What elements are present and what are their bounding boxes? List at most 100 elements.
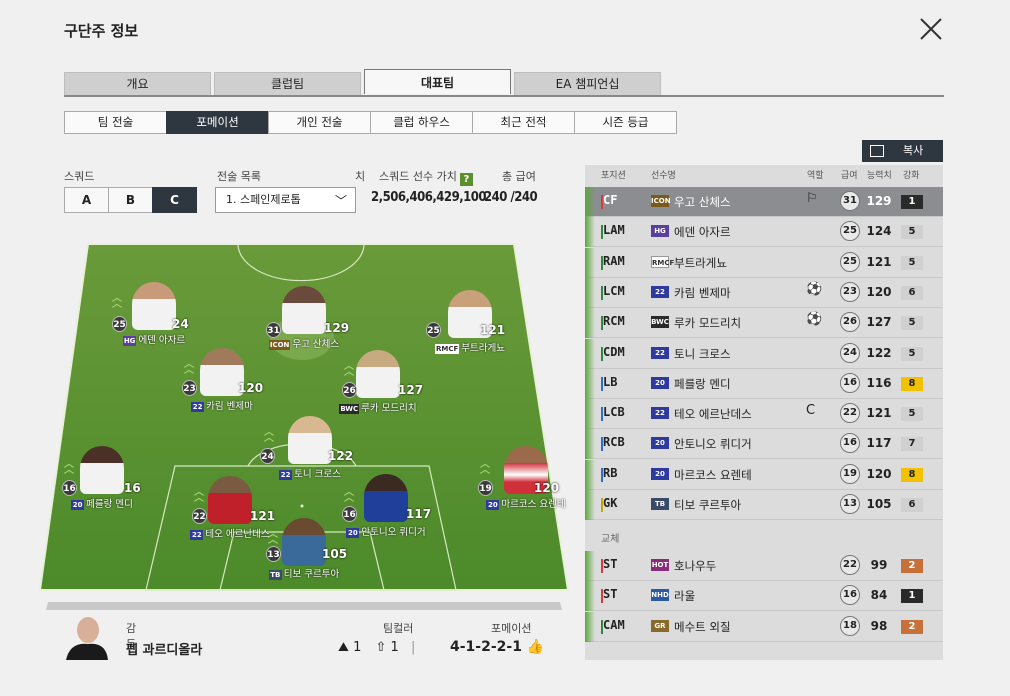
player-rank: 22	[192, 508, 207, 524]
player-avatar	[288, 416, 332, 464]
position-stripe	[585, 581, 595, 612]
squad-c-button[interactable]: C	[152, 187, 197, 213]
pitch-player-lam[interactable]: ︿ ︿ 25 24 HG 에덴 아자르	[94, 282, 214, 346]
player-ovr: 120	[534, 481, 560, 495]
subtab-season-grade[interactable]: 시즌 등급	[574, 111, 677, 134]
player-name-label: 20 페를랑 멘디	[42, 496, 162, 510]
team-color-value-2: 1	[390, 640, 399, 655]
upgrade-level: 2	[901, 619, 923, 634]
player-ovr: 124	[866, 224, 892, 239]
salary-label: 총 급여	[502, 170, 536, 183]
table-row[interactable]: ST HOT 호나우두 22 99 2	[585, 551, 943, 581]
salary-badge: 16	[840, 433, 860, 454]
header-name: 선수명	[651, 171, 676, 181]
player-ovr: 99	[870, 558, 888, 572]
position-stripe	[585, 551, 595, 581]
table-row[interactable]: CDM 22 토니 크로스 24 122 5	[585, 338, 943, 369]
close-button[interactable]	[918, 16, 944, 42]
squad-selector: A B C	[64, 187, 197, 213]
thumbs-up-icon[interactable]: 👍	[527, 639, 544, 655]
season-badge: 20	[486, 500, 500, 510]
copy-button[interactable]: 복사	[862, 140, 943, 162]
team-color-values[interactable]: ⛰ 1 ⇧ 1 |	[338, 640, 415, 655]
squad-b-button[interactable]: B	[108, 187, 153, 213]
salary-badge: 26	[840, 312, 860, 333]
pitch-player-rb[interactable]: ︿ ︿ 19 120 20 마르코스 요렌테	[466, 446, 586, 510]
copy-button-label: 복사	[903, 144, 924, 157]
player-ovr: 127	[866, 315, 892, 330]
table-row[interactable]: RB 20 마르코스 요렌테 19 120 8	[585, 459, 943, 490]
player-name: 마르코스 요렌테	[501, 499, 566, 510]
subtab-individual-tactics[interactable]: 개인 전술	[268, 111, 371, 134]
tab-ea-championship[interactable]: EA 챔피언십	[514, 72, 661, 95]
manager-avatar	[64, 612, 110, 660]
main-tabs: 개요 클럽팀 대표팀 EA 챔피언십	[64, 69, 944, 97]
page-title: 구단주 정보	[64, 22, 139, 40]
player-position: LB	[603, 374, 618, 389]
tactics-dropdown[interactable]: 1. 스페인제로톱 ﹀	[215, 187, 356, 213]
squad-value-label-text: 스쿼드 선수 가치	[379, 170, 457, 183]
formation-text: 4-1-2-2-1	[450, 639, 522, 655]
season-badge: TB	[651, 498, 669, 510]
upgrade-level: 5	[901, 407, 923, 422]
player-rank: 26	[342, 382, 357, 398]
player-rank: 24	[260, 448, 275, 464]
table-row[interactable]: LCB 22 테오 에르난데스 C 22 121 5	[585, 399, 943, 430]
truncated-label: 치	[355, 170, 366, 183]
player-ovr: 105	[322, 547, 348, 561]
position-stripe	[585, 399, 595, 430]
table-row[interactable]: ST NHD 라울 16 84 1	[585, 581, 943, 612]
tab-national-team[interactable]: 대표팀	[364, 69, 511, 94]
player-ovr: 117	[406, 507, 432, 521]
tab-overview[interactable]: 개요	[64, 72, 211, 95]
player-name: 마르코스 요렌테	[674, 467, 752, 482]
player-name: 토니 크로스	[674, 346, 731, 361]
position-stripe	[585, 611, 595, 642]
help-icon[interactable]: ?	[459, 173, 473, 186]
table-row[interactable]: GK TB 티보 쿠르투아 13 105 6	[585, 490, 943, 520]
season-badge: 22	[190, 530, 204, 540]
table-row[interactable]: RCB 20 안토니오 뤼디거 16 117 7	[585, 429, 943, 460]
squad-value-label: 스쿼드 선수 가치?	[379, 168, 473, 186]
pitch-player-cf[interactable]: 31 129 ICON 우고 산체스	[244, 286, 364, 350]
table-row[interactable]: LB 20 페를랑 멘디 16 116 8	[585, 368, 943, 399]
subtab-formation[interactable]: 포메이션	[166, 111, 269, 134]
player-ovr: 120	[866, 284, 892, 299]
season-badge: HOT	[651, 559, 669, 571]
table-row[interactable]: CF ICON 우고 산체스 ⚐ 31 129 1	[585, 187, 943, 217]
pitch-player-gk[interactable]: ︿ ︿ 13 105 TB 티보 쿠르투아	[244, 518, 364, 582]
table-row[interactable]: RCM BWC 루카 모드리치 ⚽ 26 127 5	[585, 308, 943, 339]
squad-a-button[interactable]: A	[64, 187, 109, 213]
chevron-up-icon: ︿ ︿	[194, 487, 204, 504]
subtab-club-house[interactable]: 클럽 하우스	[370, 111, 473, 134]
formation-value: 4-1-2-2-1 👍	[450, 639, 544, 655]
pitch-player-ram[interactable]: 25 121 RMCF 부트라게뇨	[410, 290, 530, 354]
table-row[interactable]: CAM GR 메수트 외질 18 98 2	[585, 611, 943, 642]
player-name-label: TB 티보 쿠르투아	[244, 566, 364, 580]
team-color-icon-1: ⛰	[338, 640, 349, 655]
table-row[interactable]: RAM RMCF 부트라게뇨 25 121 5	[585, 247, 943, 278]
player-ovr: 84	[870, 588, 888, 603]
chevron-up-icon: ︿ ︿	[344, 487, 354, 504]
player-list-panel: 포지션 선수명 역할 급여 능력치 강화 CF ICON 우고 산체스 ⚐ 31 129 1…	[585, 165, 943, 660]
upgrade-level: 5	[901, 255, 923, 270]
player-position: CDM	[603, 344, 625, 359]
player-ovr: 24	[172, 317, 189, 331]
pitch-player-lcm[interactable]: ︿ ︿ 23 120 22 카림 벤제마	[162, 348, 282, 412]
subtab-team-tactics[interactable]: 팀 전술	[64, 111, 167, 134]
table-row[interactable]: LAM HG 에덴 아자르 25 124 5	[585, 217, 943, 248]
tab-club-team[interactable]: 클럽팀	[214, 72, 361, 95]
pitch-player-lb[interactable]: ︿ ︿ 16 16 20 페를랑 멘디	[42, 446, 162, 510]
player-name: 페를랑 멘디	[86, 499, 133, 510]
season-badge: BWC	[651, 316, 669, 329]
player-ovr: 120	[238, 381, 264, 395]
pitch-player-rcm[interactable]: ︿ ︿ 26 127 BWC 루카 모드리치	[318, 350, 438, 414]
season-badge: HG	[651, 225, 669, 238]
chevron-up-icon: ︿ ︿	[344, 361, 354, 378]
table-row[interactable]: LCM 22 카림 벤제마 ⚽ 23 120 6	[585, 277, 943, 308]
season-badge: ICON	[651, 195, 671, 207]
pitch-player-cdm[interactable]: ︿ ︿ 24 122 22 토니 크로스	[250, 416, 370, 480]
subtab-recent-results[interactable]: 최근 전적	[472, 111, 575, 134]
salary-badge: 13	[840, 494, 860, 514]
separator: |	[410, 640, 416, 655]
